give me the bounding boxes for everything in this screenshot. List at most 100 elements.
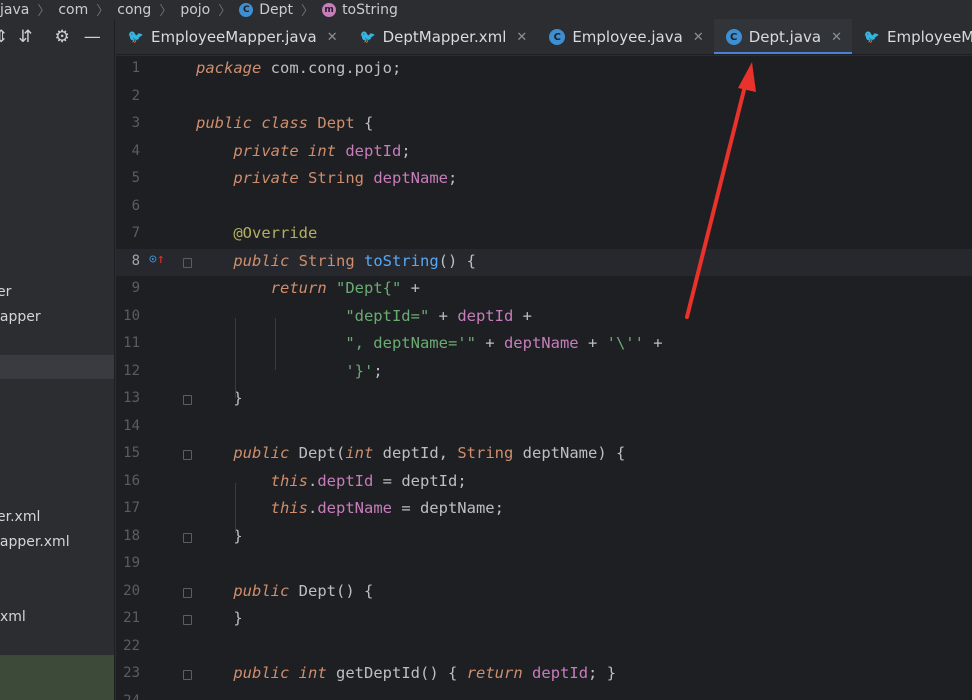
tab-dept-mapper-xml[interactable]: 🐦 DeptMapper.xml ✕	[348, 19, 538, 54]
selected-tree-row[interactable]	[0, 355, 114, 379]
tree-item[interactable]: er.xml	[0, 506, 114, 528]
collapse-all-icon[interactable]: ⇵	[18, 28, 32, 46]
code-token: ;	[401, 141, 411, 160]
code-token: ;	[373, 361, 383, 380]
code-line[interactable]: 7 @Override	[116, 221, 972, 249]
fold-marker-icon[interactable]	[183, 587, 192, 598]
fold-marker-icon[interactable]	[183, 450, 192, 460]
code-line[interactable]: 15 public Dept(int deptId, String deptNa…	[116, 441, 972, 469]
code-line[interactable]: 14	[116, 414, 972, 442]
code-text: "deptId=" + deptId +	[196, 307, 532, 325]
code-token: deptId	[345, 141, 402, 160]
code-text: public int getDeptId() { return deptId; …	[196, 664, 616, 682]
fold-marker-icon[interactable]	[183, 257, 192, 268]
close-icon[interactable]: ✕	[693, 30, 704, 45]
code-line[interactable]: 9 return "Dept{" +	[116, 276, 972, 304]
code-token: toString	[364, 251, 439, 270]
gear-icon[interactable]: ⚙	[55, 28, 70, 46]
tab-employee-mapper[interactable]: 🐦 EmployeeMapp	[852, 19, 972, 54]
close-icon[interactable]: ✕	[831, 30, 842, 45]
code-line[interactable]: 20 public Dept() {	[116, 579, 972, 607]
fold-marker-icon[interactable]	[183, 615, 192, 625]
breadcrumb-label: toString	[342, 1, 398, 18]
breadcrumb-label: cong	[117, 1, 152, 18]
line-number: 14	[123, 417, 140, 434]
code-line[interactable]: 17 this.deptName = deptName;	[116, 496, 972, 524]
breadcrumb-item-tostring[interactable]: m toString	[322, 2, 398, 18]
breadcrumb-label: java	[0, 1, 30, 18]
breadcrumb-item-java[interactable]: java	[0, 2, 29, 18]
code-token: int	[345, 444, 374, 462]
code-token: () {	[336, 581, 374, 600]
fold-marker-icon[interactable]	[183, 395, 192, 405]
line-number: 20	[123, 582, 140, 599]
code-token: (	[336, 444, 346, 462]
minimize-icon[interactable]: —	[84, 28, 101, 46]
code-line[interactable]: 24	[116, 689, 972, 700]
code-token: +	[475, 334, 504, 352]
code-token: ) {	[597, 444, 626, 462]
code-token: }	[233, 609, 243, 627]
tree-item[interactable]: lapper.xml	[0, 531, 114, 553]
code-line[interactable]: 12 '}';	[116, 359, 972, 387]
tab-label: EmployeeMapper.java	[151, 28, 317, 46]
code-line[interactable]: 11 ", deptName='" + deptName + '\'' +	[116, 331, 972, 359]
code-line[interactable]: 5 private String deptName;	[116, 166, 972, 194]
code-text: '}';	[196, 361, 383, 380]
code-line[interactable]: 6	[116, 194, 972, 222]
code-text: @Override	[196, 224, 317, 242]
code-token: getDeptId	[336, 664, 421, 682]
breadcrumb-item-dept[interactable]: C Dept	[239, 2, 293, 18]
code-line[interactable]: 18 }	[116, 524, 972, 552]
breadcrumb-item-com[interactable]: com	[58, 2, 88, 18]
code-token: = deptName;	[391, 499, 504, 517]
code-token: public	[233, 444, 290, 462]
close-icon[interactable]: ✕	[327, 30, 338, 45]
line-number: 19	[123, 555, 140, 571]
tree-item[interactable]: xml	[0, 606, 114, 628]
code-line[interactable]: 2	[116, 84, 972, 112]
line-number: 22	[123, 637, 140, 654]
code-line[interactable]: 23 public int getDeptId() { return deptI…	[116, 661, 972, 689]
tab-employee-mapper-java[interactable]: 🐦 EmployeeMapper.java ✕	[116, 19, 348, 54]
code-text: public String toString() {	[196, 252, 476, 270]
code-line[interactable]: 8 ⊙↑ public String toString() {	[116, 248, 972, 276]
breadcrumb-item-cong[interactable]: cong	[117, 2, 151, 18]
code-token: {	[354, 114, 374, 132]
code-text: ", deptName='" + deptName + '\'' +	[196, 334, 662, 352]
expand-all-icon[interactable]: ⇕	[0, 28, 8, 46]
chevron-right-icon: 〉	[96, 4, 110, 19]
code-line[interactable]: 10 "deptId=" + deptId +	[116, 304, 972, 332]
tab-label: Employee.java	[572, 28, 683, 46]
tree-item[interactable]: lapper	[0, 306, 114, 328]
fold-marker-icon[interactable]	[183, 670, 192, 680]
highlighted-tree-row[interactable]	[0, 655, 114, 700]
tree-item-label: lapper.xml	[0, 534, 70, 550]
code-line[interactable]: 22	[116, 634, 972, 662]
code-editor[interactable]: 1 package com.cong.pojo; 2 3 public class De…	[116, 56, 972, 700]
line-number: 16	[123, 472, 140, 489]
fold-marker-icon[interactable]	[183, 532, 192, 543]
mapper-bird-icon: 🐦	[359, 29, 376, 45]
code-line[interactable]: 19	[116, 551, 972, 579]
line-number: 1	[131, 60, 140, 76]
close-icon[interactable]: ✕	[516, 30, 527, 45]
code-token: this	[270, 499, 308, 517]
editor-tabs: 🐦 EmployeeMapper.java ✕ 🐦 DeptMapper.xml…	[116, 19, 972, 55]
code-line[interactable]: 13 }	[116, 386, 972, 414]
override-gutter-icon[interactable]: ⊙↑	[149, 252, 165, 267]
code-line[interactable]: 1 package com.cong.pojo;	[116, 56, 972, 84]
code-line[interactable]: 3 public class Dept {	[116, 111, 972, 139]
tree-item[interactable]: er	[0, 281, 114, 303]
code-line[interactable]: 21 }	[116, 606, 972, 634]
tab-employee-java[interactable]: C Employee.java ✕	[537, 19, 713, 54]
project-panel: ⇕ ⇵ ⚙ — er lapper er.xml lapper.xml xml	[0, 19, 115, 700]
code-line[interactable]: 16 this.deptId = deptId;	[116, 469, 972, 497]
code-token: +	[401, 279, 420, 297]
tab-dept-java[interactable]: C Dept.java ✕	[713, 19, 853, 54]
code-line[interactable]: 4 private int deptId;	[116, 139, 972, 167]
breadcrumb-item-pojo[interactable]: pojo	[180, 2, 210, 18]
